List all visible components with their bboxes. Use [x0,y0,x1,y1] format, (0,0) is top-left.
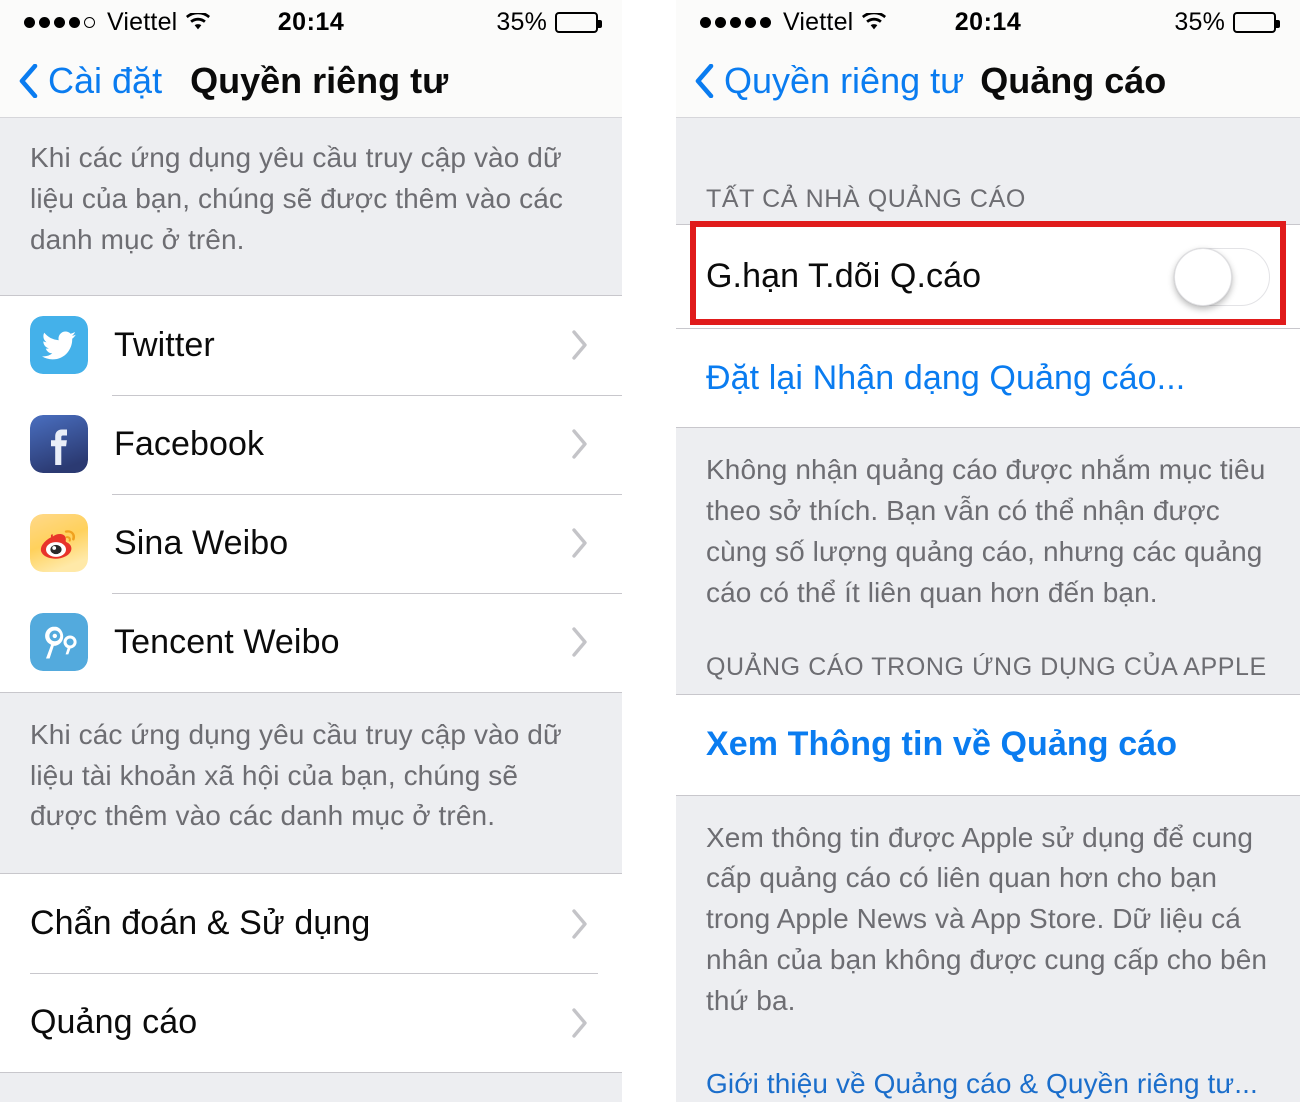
toggle-row-limit-ad-tracking[interactable]: G.hạn T.dõi Q.cáo [676,225,1300,328]
list-item-sina-weibo[interactable]: Sina Weibo [0,493,622,593]
page-title: Quyền riêng tư [190,59,449,101]
left-status-left: Viettel [24,8,278,37]
back-button-label: Quyền riêng tư [724,59,965,101]
list-item-tencent-weibo[interactable]: Tencent Weibo [0,592,622,692]
limit-ad-tracking-toggle[interactable] [1174,247,1270,306]
toggle-knob [1174,247,1232,306]
page-title: Quảng cáo [980,59,1167,101]
privacy-top-note: Khi các ứng dụng yêu cầu truy cập vào dữ… [0,118,622,295]
right-phone-screen: Viettel 20:14 35% Quyền riêng tư Quảng c… [676,0,1300,1102]
back-button-privacy[interactable]: Quyền riêng tư [694,60,964,102]
chevron-right-icon [572,528,587,558]
left-nav-bar: Cài đặt Quyền riêng tư [0,44,622,118]
limit-ad-tracking-note: Không nhận quảng cáo được nhắm mục tiêu … [676,428,1300,640]
carrier-name: Viettel [783,7,854,36]
reset-advertising-identifier-button[interactable]: Đặt lại Nhận dạng Quảng cáo... [676,329,1300,427]
right-status-bar: Viettel 20:14 35% [676,0,1300,44]
apple-ads-group: Xem Thông tin về Quảng cáo [676,693,1300,796]
panel-gutter [622,0,676,1102]
left-scroll-view[interactable]: Khi các ứng dụng yêu cầu truy cập vào dữ… [0,118,622,1102]
social-apps-note: Khi các ứng dụng yêu cầu truy cập vào dữ… [0,692,622,874]
back-button-settings[interactable]: Cài đặt [18,60,162,102]
signal-strength-dots [700,16,771,28]
chevron-right-icon [572,429,587,459]
list-item-label: Sina Weibo [114,523,289,562]
left-status-bar: Viettel 20:14 35% [0,0,622,44]
view-ad-information-label: Xem Thông tin về Quảng cáo [706,725,1178,763]
wifi-icon [862,13,887,30]
toggle-row-label: G.hạn T.dõi Q.cáo [706,257,982,295]
section-header-all-advertisers: TẤT CẢ NHÀ QUẢNG CÁO [676,180,1300,224]
list-item-label: Chẩn đoán & Sử dụng [30,904,371,943]
sina-weibo-icon [30,514,88,573]
section-header-apple-ads: QUẢNG CÁO TRONG ỨNG DỤNG CỦA APPLE [676,639,1300,694]
dual-phone-screenshot: Viettel 20:14 35% Cài đặt Quyền riêng tư… [0,0,1300,1102]
reset-advertising-identifier-label: Đặt lại Nhận dạng Quảng cáo... [706,358,1186,397]
left-phone-screen: Viettel 20:14 35% Cài đặt Quyền riêng tư… [0,0,622,1102]
clock: 20:14 [954,7,1022,36]
right-status-left: Viettel [700,8,955,37]
list-item-diagnostics-usage[interactable]: Chẩn đoán & Sử dụng [0,874,622,974]
tencent-weibo-icon [30,613,88,672]
left-bottom-spacer [0,1073,622,1102]
chevron-right-icon [572,1008,587,1038]
list-item-advertising[interactable]: Quảng cáo [0,973,622,1073]
bottom-settings-list: Chẩn đoán & Sử dụng Quảng cáo [0,873,622,1074]
twitter-icon [30,316,88,375]
list-item-label: Facebook [114,424,265,463]
carrier-name: Viettel [107,7,178,36]
right-nav-bar: Quyền riêng tư Quảng cáo [676,44,1300,118]
apple-ads-note: Xem thông tin được Apple sử dụng để cung… [676,795,1300,1052]
chevron-right-icon [572,909,587,939]
battery-icon [1233,11,1281,33]
wifi-icon [186,13,211,30]
left-status-right: 35% [344,7,603,37]
list-item-label: Twitter [114,325,215,364]
list-item-twitter[interactable]: Twitter [0,295,622,395]
limit-ad-tracking-group: G.hạn T.dõi Q.cáo [676,224,1300,329]
facebook-icon [30,415,88,474]
battery-percent-label: 35% [1174,7,1226,36]
list-item-label: Tencent Weibo [114,622,340,661]
social-apps-list: Twitter Facebook Sina Weibo Tencent Weib… [0,294,622,693]
chevron-right-icon [572,627,587,657]
chevron-left-icon [19,63,38,98]
battery-percent-label: 35% [496,7,548,36]
signal-strength-dots [24,16,95,28]
right-scroll-view[interactable]: TẤT CẢ NHÀ QUẢNG CÁO G.hạn T.dõi Q.cáo Đ… [676,118,1300,1102]
clock: 20:14 [277,7,345,36]
view-ad-information-button[interactable]: Xem Thông tin về Quảng cáo [676,694,1300,795]
chevron-right-icon [572,330,587,360]
battery-icon [555,11,603,33]
list-item-facebook[interactable]: Facebook [0,394,622,494]
top-group-spacer [676,118,1300,180]
list-item-label: Quảng cáo [30,1003,198,1042]
right-status-right: 35% [1021,7,1281,37]
reset-ad-identifier-group: Đặt lại Nhận dạng Quảng cáo... [676,329,1300,428]
about-advertising-privacy-link[interactable]: Giới thiệu về Quảng cáo & Quyền riêng tư… [676,1051,1300,1102]
back-button-label: Cài đặt [48,59,163,101]
chevron-left-icon [695,63,714,98]
